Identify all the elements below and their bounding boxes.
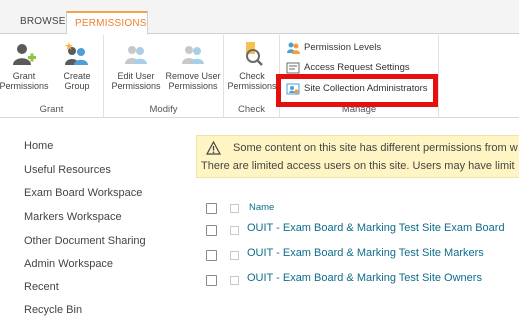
- modify-group-label: Modify: [149, 104, 178, 115]
- tab-permissions[interactable]: PERMISSIONS: [66, 11, 148, 35]
- permission-levels-label: Permission Levels: [304, 42, 382, 53]
- create-group-icon: [64, 41, 90, 67]
- row-item-checkbox[interactable]: [230, 276, 239, 285]
- nav-item-other-document-sharing[interactable]: Other Document Sharing: [24, 235, 146, 247]
- ribbon: Grant Permissions Create Group Grant Edi…: [0, 35, 519, 118]
- grant-permissions-icon: [11, 41, 37, 67]
- nav-item-recent[interactable]: Recent: [24, 281, 59, 293]
- ribbon-group-modify: Edit User Permissions Remove User Permis…: [104, 35, 224, 118]
- ribbon-group-grant: Grant Permissions Create Group Grant: [0, 35, 104, 118]
- warning-text-line2: There are limited access users on this s…: [201, 160, 515, 172]
- remove-user-permissions-button[interactable]: Remove User Permissions: [164, 41, 222, 91]
- check-permissions-label: Check Permissions: [227, 71, 277, 91]
- row-checkbox[interactable]: [206, 250, 217, 261]
- group-link-markers[interactable]: OUIT - Exam Board & Marking Test Site Ma…: [247, 247, 484, 259]
- access-request-settings-label: Access Request Settings: [304, 62, 410, 73]
- warning-text-line1: Some content on this site has different …: [233, 142, 518, 154]
- grant-permissions-label: Grant Permissions: [0, 71, 49, 91]
- permission-levels-button[interactable]: Permission Levels: [284, 39, 381, 57]
- header-item-checkbox[interactable]: [230, 204, 239, 213]
- create-group-label: Create Group: [63, 71, 91, 91]
- ribbon-tab-bar: BROWSE PERMISSIONS: [0, 0, 519, 35]
- nav-item-markers-workspace[interactable]: Markers Workspace: [24, 211, 122, 223]
- check-permissions-icon: [239, 41, 265, 67]
- ribbon-group-check: Check Permissions Check: [224, 35, 280, 118]
- group-link-owners[interactable]: OUIT - Exam Board & Marking Test Site Ow…: [247, 272, 482, 284]
- row-item-checkbox[interactable]: [230, 226, 239, 235]
- remove-user-permissions-icon: [180, 41, 206, 67]
- warning-icon: [205, 140, 222, 155]
- tab-browse[interactable]: BROWSE: [12, 11, 65, 35]
- row-checkbox[interactable]: [206, 225, 217, 236]
- column-header-name[interactable]: Name: [249, 202, 274, 213]
- nav-item-useful-resources[interactable]: Useful Resources: [24, 164, 111, 176]
- edit-user-permissions-icon: [123, 41, 149, 67]
- edit-user-permissions-button[interactable]: Edit User Permissions: [108, 41, 164, 91]
- grant-permissions-button[interactable]: Grant Permissions: [0, 41, 50, 91]
- row-checkbox[interactable]: [206, 275, 217, 286]
- grant-group-label: Grant: [39, 104, 64, 115]
- remove-user-permissions-label: Remove User Permissions: [165, 71, 221, 91]
- warning-banner: Some content on this site has different …: [196, 135, 519, 178]
- create-group-button[interactable]: Create Group: [54, 41, 100, 91]
- access-request-settings-icon: [286, 61, 300, 75]
- edit-user-permissions-label: Edit User Permissions: [111, 71, 161, 91]
- permission-levels-icon: [286, 41, 300, 55]
- check-permissions-button[interactable]: Check Permissions: [226, 41, 278, 91]
- row-item-checkbox[interactable]: [230, 251, 239, 260]
- group-link-exam-board[interactable]: OUIT - Exam Board & Marking Test Site Ex…: [247, 222, 505, 234]
- select-all-checkbox[interactable]: [206, 203, 217, 214]
- check-group-label: Check: [238, 104, 265, 115]
- nav-item-recycle-bin[interactable]: Recycle Bin: [24, 304, 82, 316]
- nav-item-exam-board-workspace[interactable]: Exam Board Workspace: [24, 187, 142, 199]
- nav-item-home[interactable]: Home: [24, 140, 53, 152]
- nav-item-admin-workspace[interactable]: Admin Workspace: [24, 258, 113, 270]
- highlight-box: [276, 74, 438, 107]
